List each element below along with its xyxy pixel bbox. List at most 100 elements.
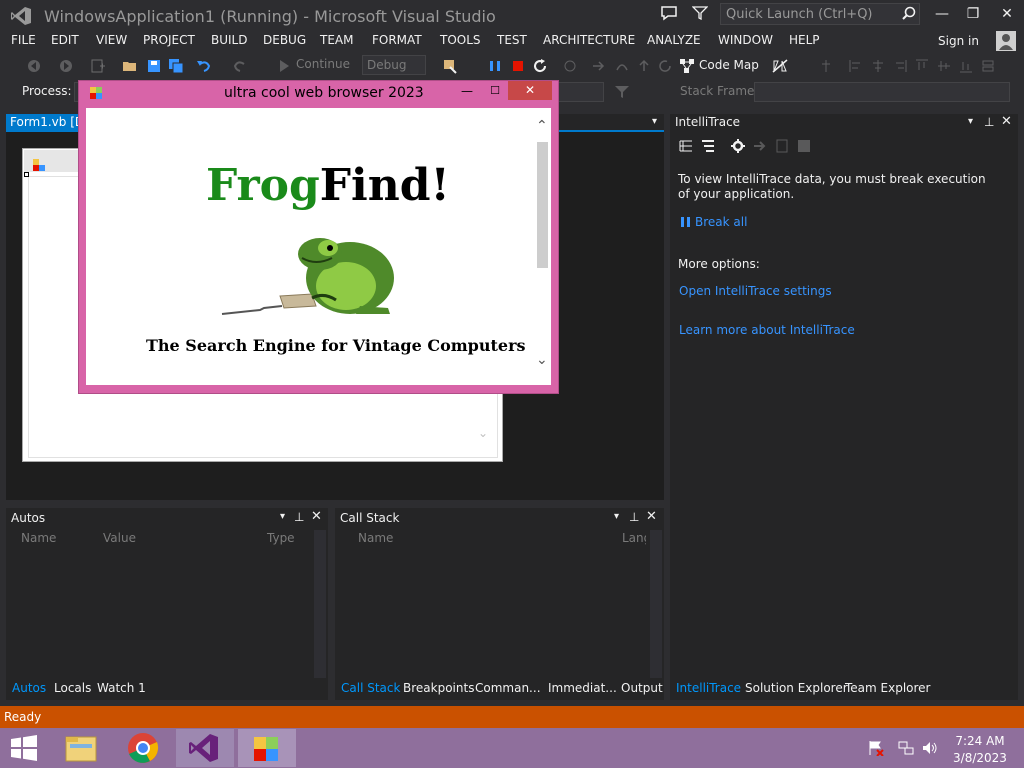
menu-tools[interactable]: TOOLS bbox=[440, 33, 481, 47]
close-icon[interactable]: ✕ bbox=[1001, 114, 1012, 129]
minimize-button[interactable]: — bbox=[930, 4, 954, 24]
menu-project[interactable]: PROJECT bbox=[143, 33, 195, 47]
same-width-icon[interactable] bbox=[980, 58, 996, 74]
autos-scrollbar[interactable] bbox=[314, 530, 326, 678]
pin-icon[interactable]: ⊥ bbox=[629, 510, 639, 524]
panel-menu-icon[interactable]: ▾ bbox=[614, 511, 619, 522]
chrome-icon[interactable] bbox=[114, 729, 172, 767]
scroll-down-icon[interactable]: ⌄ bbox=[536, 352, 548, 368]
tab-breakpoints[interactable]: Breakpoints bbox=[403, 681, 474, 695]
tab-call-stack[interactable]: Call Stack bbox=[341, 681, 400, 695]
running-app-taskbar-icon[interactable] bbox=[238, 729, 296, 767]
menu-analyze[interactable]: ANALYZE bbox=[647, 33, 701, 47]
open-intellitrace-settings-link[interactable]: Open IntelliTrace settings bbox=[679, 284, 832, 298]
tab-autos[interactable]: Autos bbox=[12, 681, 46, 695]
column-value[interactable]: Value bbox=[103, 531, 136, 545]
continue-icon[interactable] bbox=[276, 58, 292, 74]
menu-view[interactable]: VIEW bbox=[96, 33, 127, 47]
menu-file[interactable]: FILE bbox=[11, 33, 36, 47]
tab-intellitrace[interactable]: IntelliTrace bbox=[676, 681, 741, 695]
back-icon[interactable] bbox=[26, 58, 42, 74]
menu-debug[interactable]: DEBUG bbox=[263, 33, 306, 47]
menu-edit[interactable]: EDIT bbox=[51, 33, 79, 47]
tab-output[interactable]: Output bbox=[621, 681, 663, 695]
feedback-filter-icon[interactable] bbox=[692, 6, 708, 20]
notifications-icon[interactable] bbox=[660, 5, 678, 21]
sign-in-link[interactable]: Sign in bbox=[938, 34, 979, 48]
close-button[interactable]: ✕ bbox=[995, 4, 1019, 24]
close-icon[interactable]: ✕ bbox=[311, 509, 322, 524]
open-file-icon[interactable] bbox=[122, 58, 138, 74]
step-over-icon[interactable] bbox=[614, 58, 630, 74]
restart-icon[interactable] bbox=[532, 58, 548, 74]
tab-solution-explorer[interactable]: Solution Explorer bbox=[745, 681, 848, 695]
pin-icon[interactable] bbox=[818, 58, 834, 74]
panel-menu-icon[interactable]: ▾ bbox=[968, 116, 973, 127]
selection-handle[interactable] bbox=[24, 172, 29, 177]
scroll-down-icon[interactable]: ⌄ bbox=[478, 426, 488, 440]
network-icon[interactable] bbox=[898, 740, 914, 756]
align-top-icon[interactable] bbox=[914, 58, 930, 74]
compare-icon[interactable] bbox=[772, 58, 788, 74]
panel-menu-icon[interactable]: ▾ bbox=[280, 511, 285, 522]
file-explorer-icon[interactable] bbox=[52, 729, 110, 767]
align-right-icon[interactable] bbox=[892, 58, 908, 74]
align-middle-icon[interactable] bbox=[936, 58, 952, 74]
tab-command-window[interactable]: Comman... bbox=[475, 681, 541, 695]
step-into-icon[interactable] bbox=[590, 58, 606, 74]
save-icon[interactable] bbox=[146, 58, 162, 74]
continue-button[interactable]: Continue bbox=[296, 57, 350, 71]
new-project-icon[interactable] bbox=[90, 58, 106, 74]
save-log-icon[interactable] bbox=[796, 138, 812, 154]
clock-date[interactable]: 3/8/2023 bbox=[950, 751, 1010, 765]
code-map-button[interactable]: Code Map bbox=[699, 58, 759, 72]
browser-minimize-button[interactable]: — bbox=[458, 84, 476, 100]
go-live-icon[interactable] bbox=[752, 138, 768, 154]
tab-watch-1[interactable]: Watch 1 bbox=[97, 681, 146, 695]
align-left-icon[interactable] bbox=[848, 58, 864, 74]
column-name[interactable]: Name bbox=[21, 531, 56, 545]
action-center-flag-icon[interactable] bbox=[868, 740, 884, 756]
quick-launch-input[interactable]: Quick Launch (Ctrl+Q) bbox=[720, 3, 920, 25]
menu-window[interactable]: WINDOW bbox=[718, 33, 773, 47]
horizontal-splitter[interactable] bbox=[6, 500, 664, 508]
stack-frame-select[interactable] bbox=[754, 82, 1010, 102]
tab-form1-designer[interactable]: Form1.vb [De bbox=[6, 114, 86, 130]
settings-gear-icon[interactable] bbox=[730, 138, 746, 154]
tab-dropdown-icon[interactable]: ▾ bbox=[652, 116, 657, 127]
calls-view-icon[interactable] bbox=[700, 138, 716, 154]
open-log-icon[interactable] bbox=[774, 138, 790, 154]
break-all-link[interactable]: Break all bbox=[695, 215, 747, 229]
scroll-up-icon[interactable]: ⌃ bbox=[536, 118, 548, 134]
call-stack-scrollbar[interactable] bbox=[650, 530, 662, 678]
search-icon[interactable] bbox=[902, 6, 916, 20]
scrollbar-thumb[interactable] bbox=[537, 142, 548, 268]
clock-time[interactable]: 7:24 AM bbox=[950, 734, 1010, 748]
column-lang[interactable]: Lang bbox=[622, 531, 646, 545]
forward-icon[interactable] bbox=[58, 58, 74, 74]
code-map-icon[interactable] bbox=[679, 58, 695, 74]
browser-close-button[interactable]: ✕ bbox=[508, 81, 552, 100]
tab-team-explorer[interactable]: Team Explorer bbox=[845, 681, 931, 695]
break-all-icon[interactable] bbox=[680, 216, 692, 228]
solution-configuration-select[interactable]: Debug bbox=[362, 55, 426, 75]
tab-immediate-window[interactable]: Immediat... bbox=[548, 681, 617, 695]
pin-icon[interactable]: ⊥ bbox=[984, 115, 994, 129]
menu-build[interactable]: BUILD bbox=[211, 33, 247, 47]
menu-format[interactable]: FORMAT bbox=[372, 33, 422, 47]
refresh-icon[interactable] bbox=[657, 58, 673, 74]
stop-icon[interactable] bbox=[510, 58, 526, 74]
close-icon[interactable]: ✕ bbox=[646, 509, 657, 524]
user-avatar-icon[interactable] bbox=[996, 31, 1016, 51]
menu-help[interactable]: HELP bbox=[789, 33, 820, 47]
browser-maximize-button[interactable]: ☐ bbox=[486, 84, 504, 100]
step-out-icon[interactable] bbox=[636, 58, 652, 74]
show-next-statement-icon[interactable] bbox=[562, 58, 578, 74]
thread-filter-icon[interactable] bbox=[614, 84, 630, 100]
menu-architecture[interactable]: ARCHITECTURE bbox=[543, 33, 635, 47]
maximize-button[interactable]: ❐ bbox=[961, 4, 985, 24]
align-bottom-icon[interactable] bbox=[958, 58, 974, 74]
menu-test[interactable]: TEST bbox=[497, 33, 527, 47]
align-center-icon[interactable] bbox=[870, 58, 886, 74]
undo-icon[interactable] bbox=[196, 58, 212, 74]
